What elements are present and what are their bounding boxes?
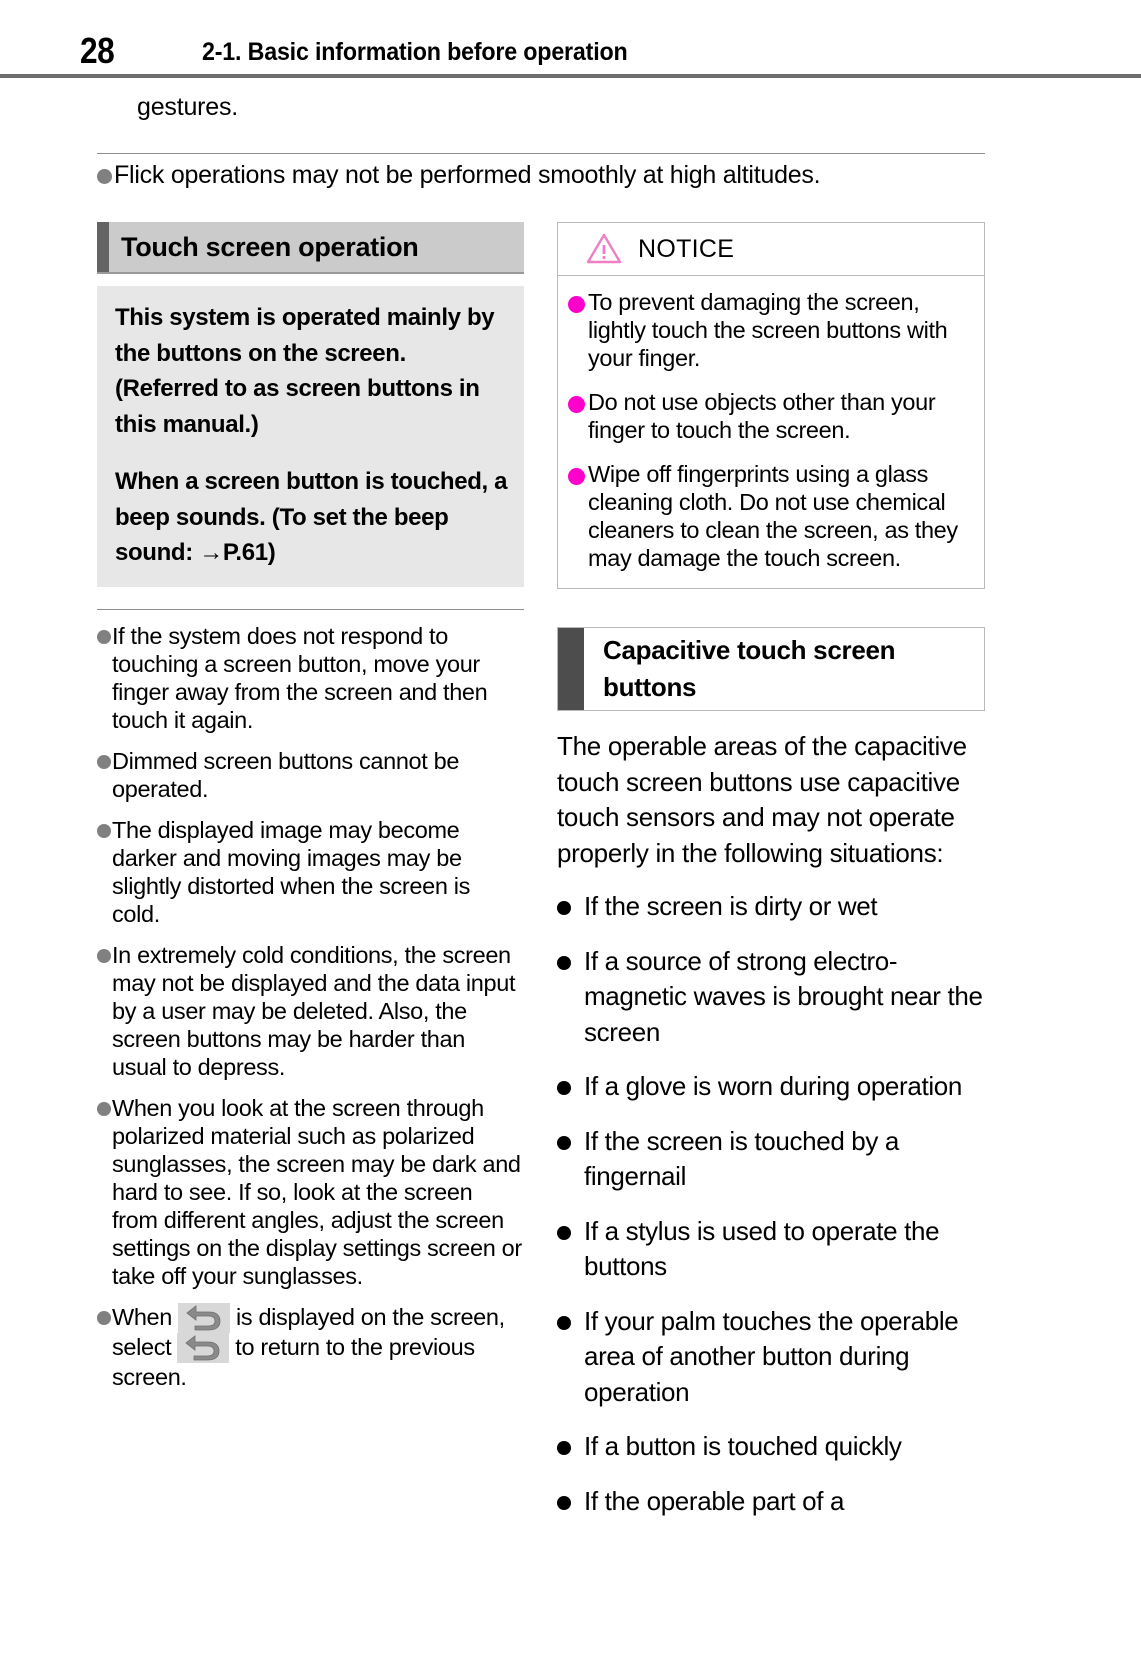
return-arrow-icon [177, 1332, 230, 1363]
gray-bullet-icon [97, 754, 111, 769]
header-divider [0, 74, 1141, 78]
list-item: If a glove is worn during operation [557, 1069, 985, 1105]
list-item: Dimmed screen buttons cannot be operated… [97, 747, 524, 803]
lead-paragraph-2: When a screen button is touched, a beep … [115, 464, 508, 571]
list-item: If a button is touched quickly [557, 1429, 985, 1465]
heading-label: Capacitive touch screen buttons [603, 635, 896, 702]
black-bullet-icon [557, 955, 571, 970]
heading-label: Touch screen operation [121, 231, 419, 262]
note-text: Dimmed screen buttons cannot be operated… [112, 747, 460, 802]
magenta-bullet-icon [568, 296, 585, 313]
note-text: In extremely cold conditions, the screen… [112, 941, 516, 1080]
intro-bullet-text: Flick operations may not be performed sm… [114, 161, 821, 189]
condition-text: If your palm touches the operable area o… [584, 1305, 959, 1407]
return-arrow-icon [178, 1302, 230, 1333]
lead-highlight-box: This system is operated mainly by the bu… [97, 286, 524, 587]
left-notes-list: If the system does not respond to touchi… [97, 622, 524, 1391]
list-item: If the screen is dirty or wet [557, 889, 985, 925]
gray-bullet-icon [97, 948, 111, 963]
list-item: The displayed image may become darker an… [97, 816, 524, 928]
list-item: If the operable part of a [557, 1484, 985, 1520]
page-reference: P.61) [222, 539, 276, 566]
list-item: If your palm touches the operable area o… [557, 1304, 985, 1411]
condition-text: If a source of strong electro-magnetic w… [584, 945, 983, 1047]
right-column: NOTICE To prevent damaging the screen, l… [557, 222, 985, 1538]
black-bullet-icon [557, 1441, 571, 1455]
intro-divider [97, 153, 985, 154]
notice-text: Wipe off fingerprints using a glass clea… [588, 461, 958, 571]
heading-accent-bar [97, 222, 109, 272]
list-item: Wipe off fingerprints using a glass clea… [568, 460, 974, 572]
list-item: To prevent damaging the screen, lightly … [568, 288, 974, 372]
page-number: 28 [80, 30, 115, 71]
capacitive-touch-screen-buttons-heading: Capacitive touch screen buttons [557, 627, 985, 711]
return-note-part1: When [112, 1303, 172, 1330]
condition-text: If a button is touched quickly [584, 1431, 902, 1461]
warning-triangle-icon [586, 232, 622, 269]
note-text: If the system does not respond to touchi… [112, 622, 488, 733]
black-bullet-icon [557, 1315, 571, 1330]
note-text: When you look at the screen through pola… [112, 1094, 522, 1289]
continued-text: gestures. [137, 93, 239, 121]
lead-paragraph-2-text: When a screen button is touched, a beep … [115, 468, 508, 566]
reference-arrow-icon: → [199, 539, 223, 566]
gray-bullet-icon [97, 1310, 111, 1325]
list-item: If the screen is touched by a fingernail [557, 1124, 985, 1195]
return-note-text: When is displayed on the screen, select to… [111, 1302, 524, 1391]
gray-bullet-icon [97, 823, 111, 838]
condition-text: If the screen is dirty or wet [584, 891, 878, 921]
page-header: 28 2-1. Basic information before operati… [0, 0, 1141, 80]
gray-bullet-icon [97, 629, 111, 644]
gray-bullet-icon [97, 169, 112, 184]
notes-divider [97, 608, 524, 610]
notice-title: NOTICE [638, 234, 735, 263]
note-text: The displayed image may become darker an… [112, 816, 471, 927]
touch-screen-operation-heading: Touch screen operation [97, 222, 524, 274]
condition-text: If the operable part of a [584, 1485, 845, 1516]
black-bullet-icon [557, 901, 571, 915]
gray-bullet-icon [97, 1101, 111, 1116]
notice-body: To prevent damaging the screen, lightly … [558, 276, 984, 588]
notice-header: NOTICE [558, 223, 984, 276]
notice-box: NOTICE To prevent damaging the screen, l… [557, 222, 985, 589]
list-item: If a stylus is used to operate the butto… [557, 1214, 985, 1285]
magenta-bullet-icon [568, 468, 585, 485]
magenta-bullet-icon [568, 396, 585, 413]
black-bullet-icon [557, 1135, 571, 1150]
black-bullet-icon [557, 1225, 571, 1240]
condition-text: If a stylus is used to operate the butto… [584, 1215, 940, 1282]
list-item: When you look at the screen through pola… [97, 1094, 524, 1290]
list-item: Do not use objects other than your finge… [568, 388, 974, 444]
black-bullet-icon [557, 1495, 571, 1510]
list-item: If the system does not respond to touchi… [97, 622, 524, 734]
heading-accent-bar [558, 628, 584, 710]
list-item: If a source of strong electro-magnetic w… [557, 944, 985, 1051]
list-item: In extremely cold conditions, the screen… [97, 941, 524, 1081]
condition-text: If a glove is worn during operation [584, 1071, 962, 1101]
subsection-body-text: The operable areas of the capacitive tou… [557, 731, 967, 868]
section-title: 2-1. Basic information before operation [202, 38, 628, 66]
capacitive-conditions-list: If the screen is dirty or wet If a sourc… [557, 889, 985, 1519]
notice-text: To prevent damaging the screen, lightly … [588, 289, 948, 371]
notice-text: Do not use objects other than your finge… [588, 389, 936, 443]
intro-bullet-item: Flick operations may not be performed sm… [97, 160, 997, 190]
black-bullet-icon [557, 1081, 571, 1095]
condition-text: If the screen is touched by a fingernail [584, 1125, 900, 1192]
left-column: Touch screen operation This system is op… [97, 222, 524, 1391]
lead-paragraph-1: This system is operated mainly by the bu… [115, 304, 495, 438]
list-item-return-note: When is displayed on the screen, select to… [97, 1302, 524, 1391]
